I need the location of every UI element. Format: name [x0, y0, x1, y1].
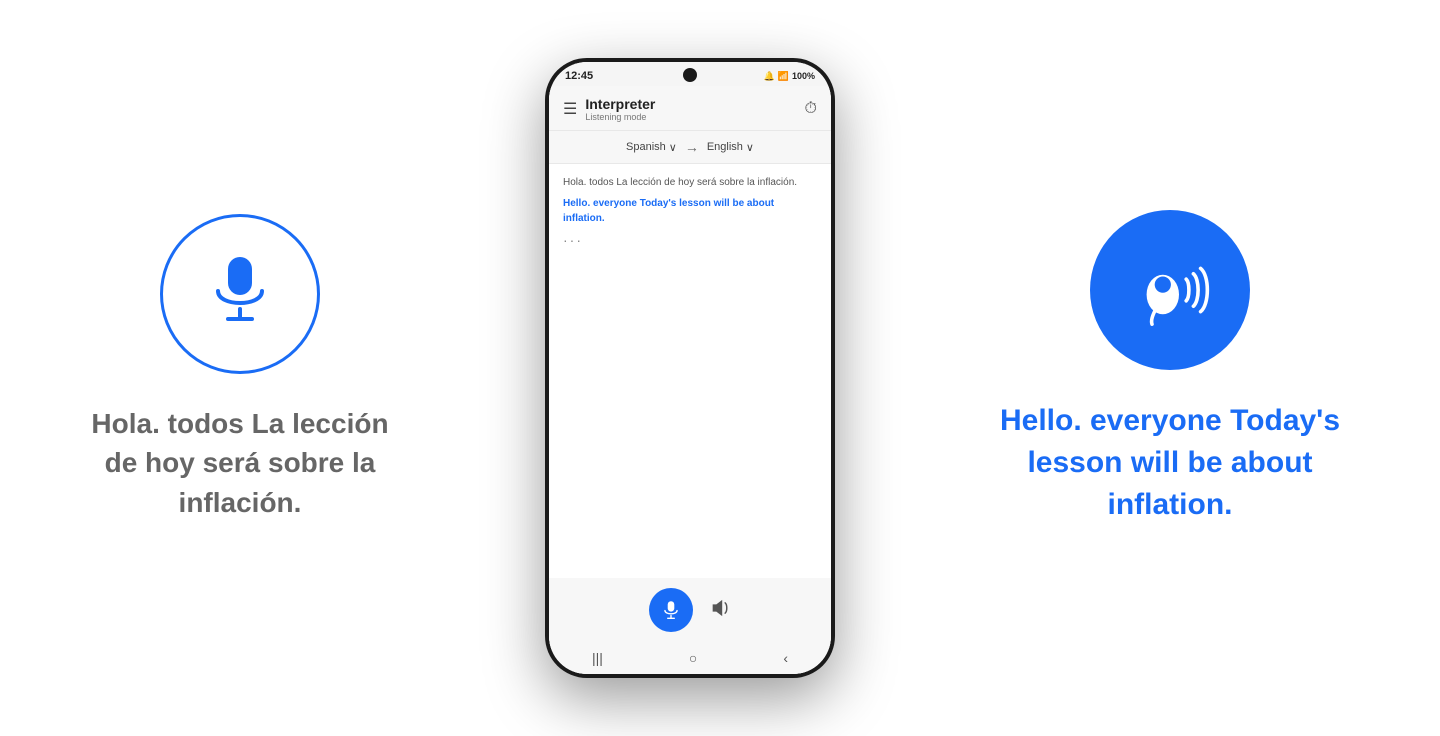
- original-speech-text: Hola. todos La lección de hoy será sobre…: [563, 176, 817, 190]
- lang-bar: Spanish ∨ → English ∨: [549, 131, 831, 164]
- left-original-text: Hola. todos La lección de hoy será sobre…: [80, 404, 400, 522]
- app-header: ☰ Interpreter Listening mode ⏱: [549, 86, 831, 131]
- translated-speech-text: Hello. everyone Today's lesson will be a…: [563, 196, 817, 226]
- record-mic-button[interactable]: [649, 588, 693, 632]
- camera-notch: [683, 68, 697, 82]
- target-lang-chevron: ∨: [746, 141, 754, 154]
- phone-screen: 12:45 🔔 📶 100% ☰ Int: [549, 62, 831, 674]
- right-translated-text: Hello. everyone Today's lesson will be a…: [980, 400, 1360, 526]
- lang-swap-arrow[interactable]: →: [685, 139, 699, 155]
- left-section: Hola. todos La lección de hoy será sobre…: [80, 214, 400, 522]
- phone-frame: 12:45 🔔 📶 100% ☰ Int: [545, 58, 835, 678]
- source-lang-label: Spanish: [626, 141, 666, 153]
- page-wrapper: Hola. todos La lección de hoy será sobre…: [0, 0, 1440, 736]
- status-icons: 🔔 📶 100%: [764, 71, 815, 82]
- phone-bottom-controls: [549, 578, 831, 642]
- mic-circle: [160, 214, 320, 374]
- phone-container: 12:45 🔔 📶 100% ☰ Int: [545, 58, 835, 678]
- wifi-icon: 🔔: [764, 71, 775, 82]
- nav-bar: ||| ○ ‹: [549, 642, 831, 674]
- target-lang-label: English: [707, 141, 743, 153]
- source-language-button[interactable]: Spanish ∨: [626, 141, 677, 154]
- speaker-output-button[interactable]: [709, 597, 731, 624]
- header-left: ☰ Interpreter Listening mode: [563, 96, 655, 122]
- signal-icon: 📶: [778, 71, 789, 82]
- menu-icon[interactable]: ☰: [563, 99, 577, 119]
- conversation-area: Hola. todos La lección de hoy será sobre…: [549, 164, 831, 578]
- app-content: ☰ Interpreter Listening mode ⏱ Spanish: [549, 86, 831, 674]
- app-title-group: Interpreter Listening mode: [585, 96, 655, 122]
- earbud-icon: [1125, 245, 1215, 335]
- home-button[interactable]: ○: [689, 650, 697, 666]
- mic-icon: [200, 249, 280, 340]
- source-lang-chevron: ∨: [669, 141, 677, 154]
- typing-indicator: ···: [563, 232, 817, 248]
- back-button[interactable]: ‹: [783, 650, 788, 666]
- right-section: Hello. everyone Today's lesson will be a…: [980, 210, 1360, 526]
- battery-text: 100%: [792, 71, 815, 81]
- status-time: 12:45: [565, 70, 593, 82]
- history-icon[interactable]: ⏱: [805, 100, 817, 118]
- app-title: Interpreter: [585, 96, 655, 112]
- status-bar: 12:45 🔔 📶 100%: [549, 62, 831, 86]
- earbud-circle: [1090, 210, 1250, 370]
- target-language-button[interactable]: English ∨: [707, 141, 754, 154]
- recent-apps-button[interactable]: |||: [592, 650, 603, 666]
- app-subtitle: Listening mode: [585, 112, 655, 122]
